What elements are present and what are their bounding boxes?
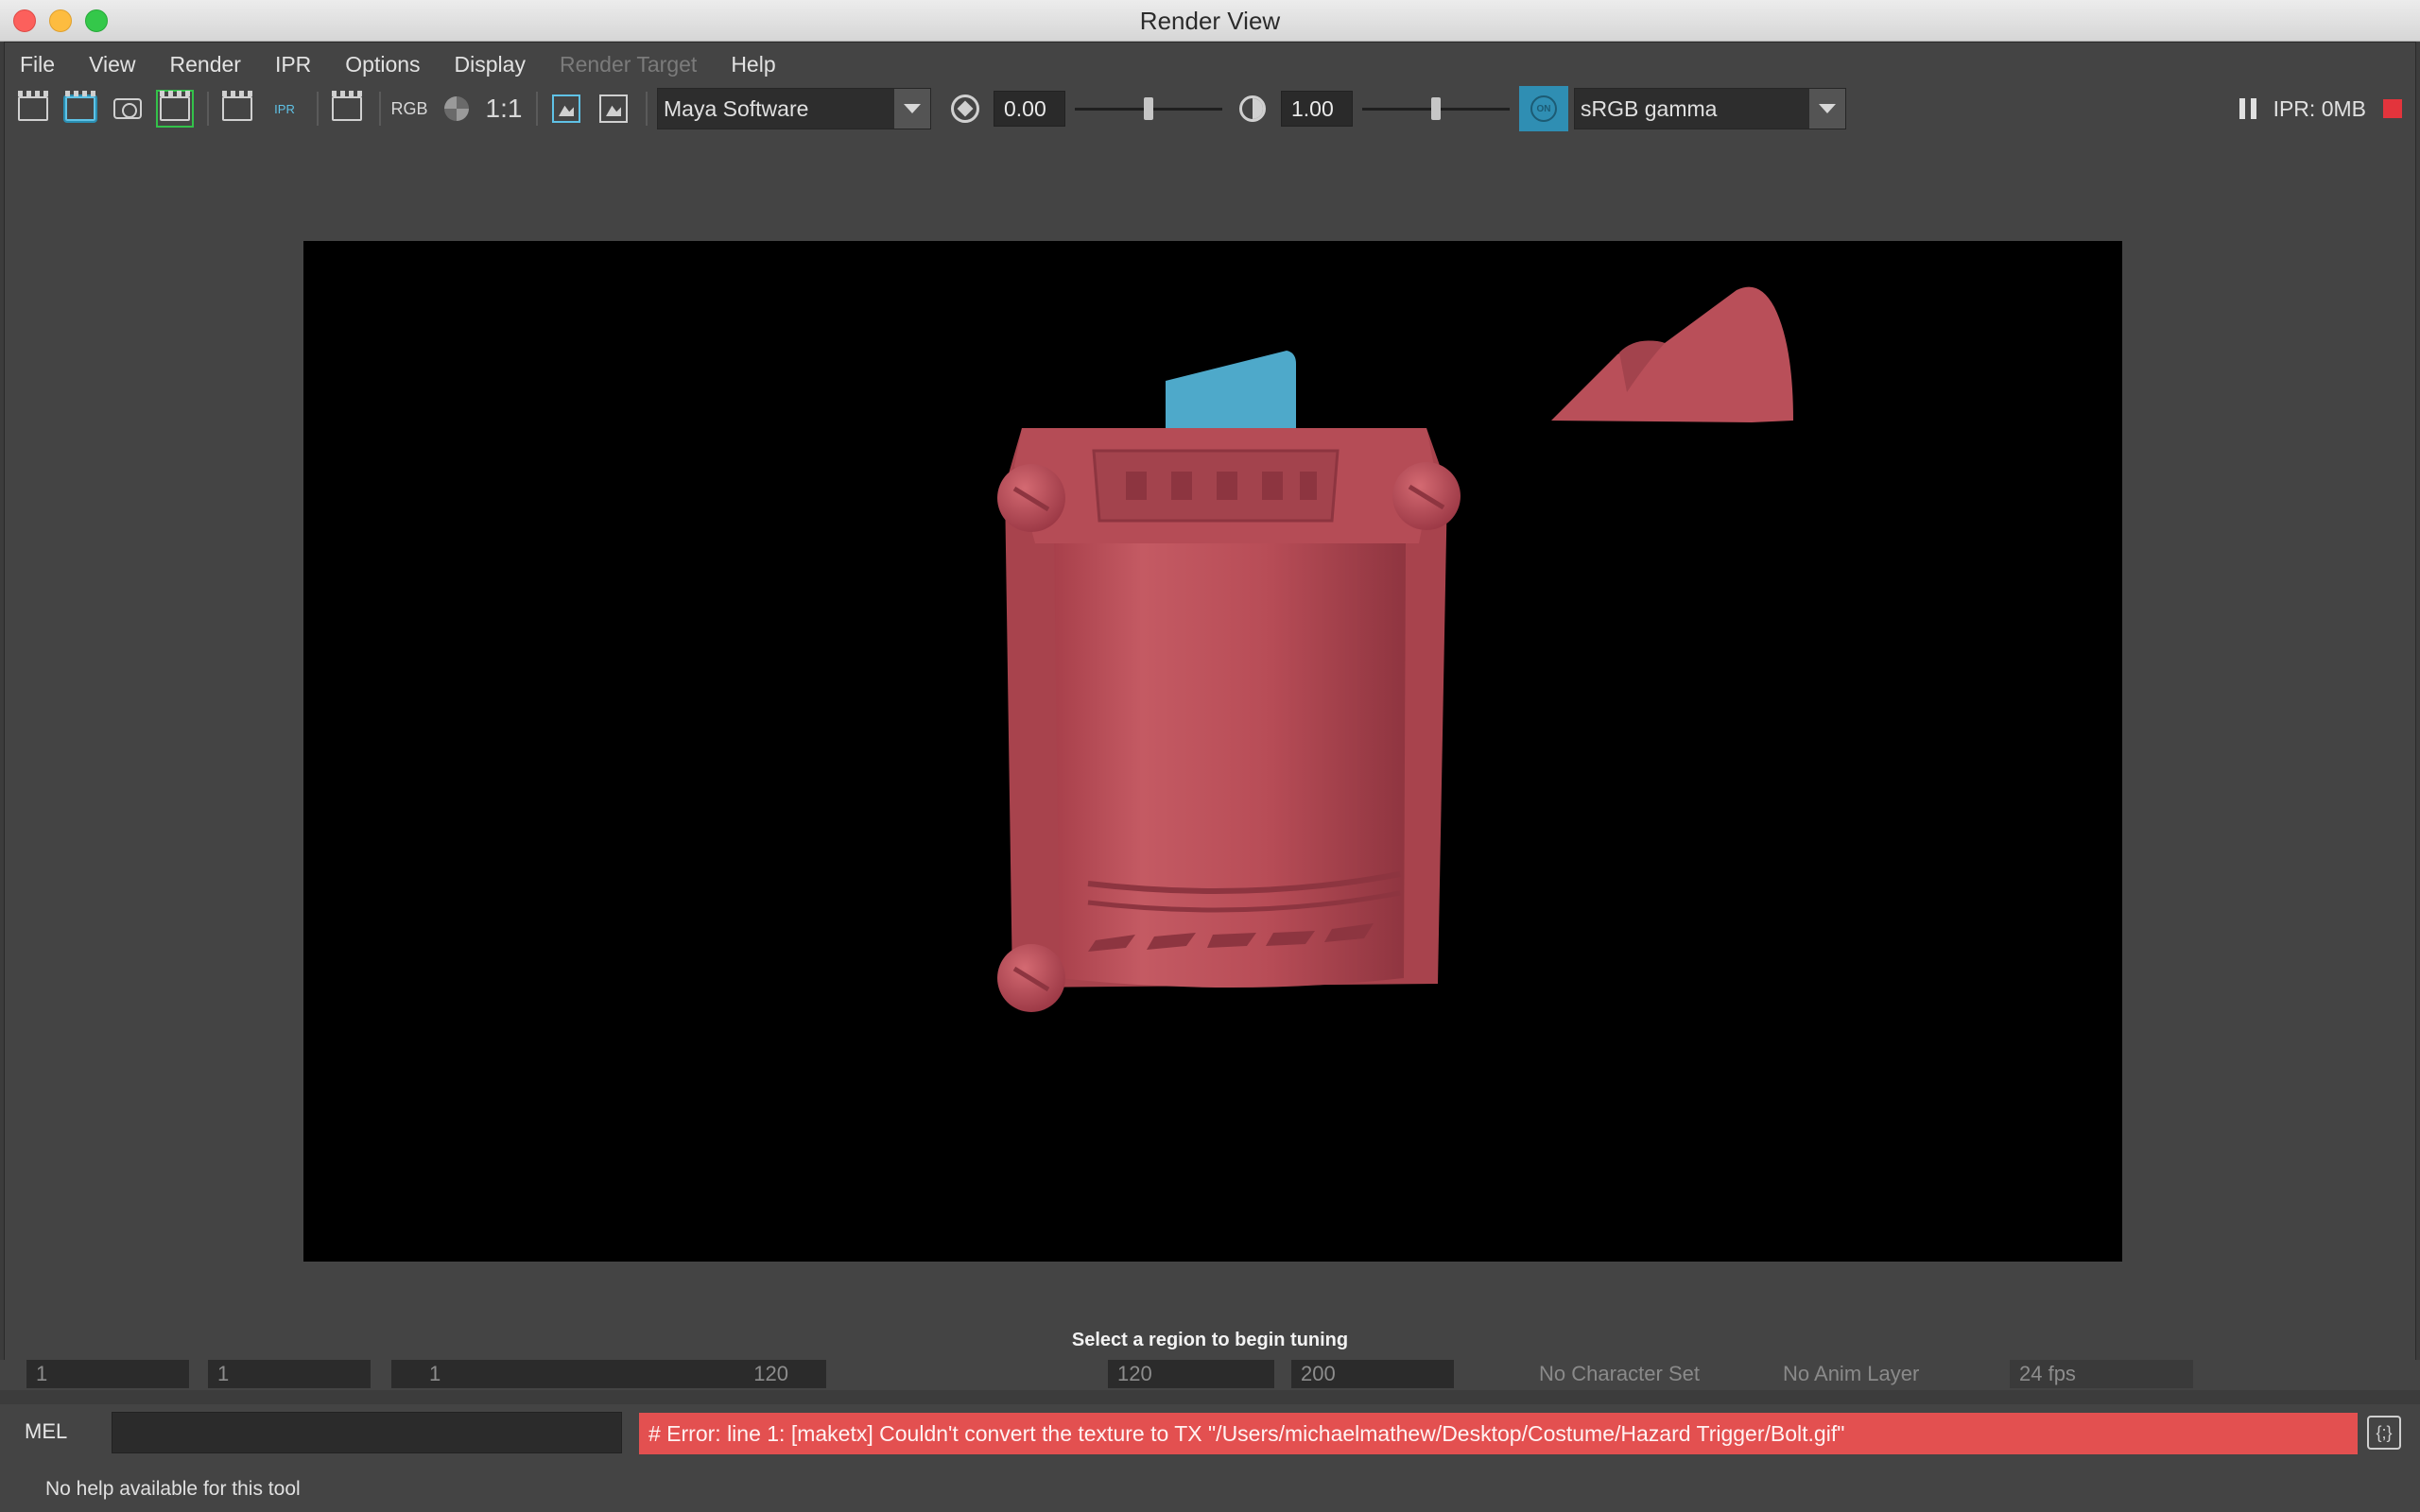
rendered-scene xyxy=(997,286,1793,1012)
menu-bar: File View Render IPR Options Display Ren… xyxy=(5,43,2415,86)
display-rgb-button[interactable]: RGB xyxy=(390,90,428,128)
pause-ipr-icon[interactable] xyxy=(2238,98,2256,119)
playback-end-field[interactable]: 120 xyxy=(1108,1360,1274,1388)
remove-image-button[interactable] xyxy=(595,90,632,128)
view-transform-value: sRGB gamma xyxy=(1581,95,1718,121)
real-size-button[interactable]: 1:1 xyxy=(485,90,523,128)
time-slider-row: 1 1 1 120 120 200 No Character Set No An… xyxy=(0,1360,2420,1390)
on-toggle-icon: ON xyxy=(1530,95,1557,122)
remove-image-icon xyxy=(599,94,628,123)
menu-render[interactable]: Render xyxy=(170,52,258,77)
gamma-icon xyxy=(1239,95,1266,122)
render-settings-button[interactable] xyxy=(328,90,366,128)
menu-help[interactable]: Help xyxy=(731,52,792,77)
render-settings-icon xyxy=(332,91,362,121)
clapperboard-icon xyxy=(18,91,48,121)
real-size-label: 1:1 xyxy=(485,94,523,123)
range-slider[interactable]: 1 120 xyxy=(391,1360,826,1388)
clapperboard-region-icon xyxy=(65,91,95,121)
menu-options[interactable]: Options xyxy=(345,52,437,77)
clapperboard-sequence-icon xyxy=(160,91,190,121)
character-set-menu[interactable]: No Character Set xyxy=(1539,1360,1700,1388)
toolbar-divider xyxy=(379,92,381,126)
renderer-value: Maya Software xyxy=(664,95,809,121)
menu-render-target: Render Target xyxy=(559,51,698,77)
menu-ipr[interactable]: IPR xyxy=(275,52,328,77)
exposure-field[interactable]: 0.00 xyxy=(994,91,1065,127)
rgb-channels-icon: RGB xyxy=(390,98,428,118)
keep-image-button[interactable] xyxy=(547,90,585,128)
toolbar-divider xyxy=(317,92,319,126)
toolbar: IPR RGB 1:1 Maya Software 0.00 1.00 ON s… xyxy=(5,86,2415,131)
refresh-ipr-icon: IPR xyxy=(274,101,295,116)
help-text: No help available for this tool xyxy=(45,1478,301,1500)
render-sequence-button[interactable] xyxy=(156,90,194,128)
gamma-slider[interactable] xyxy=(1362,90,1510,128)
ipr-clapperboard-icon xyxy=(222,91,252,121)
command-output: # Error: line 1: [maketx] Couldn't conve… xyxy=(639,1413,2358,1454)
title-bar: Render View xyxy=(0,0,2420,42)
command-input[interactable] xyxy=(112,1412,622,1453)
color-management-toggle[interactable]: ON xyxy=(1519,86,1568,131)
renderer-dropdown[interactable]: Maya Software xyxy=(657,88,931,129)
menu-display[interactable]: Display xyxy=(455,52,543,77)
ipr-memory-label: IPR: 0MB xyxy=(2273,95,2366,121)
stop-render-icon[interactable] xyxy=(2383,99,2402,118)
chevron-down-icon[interactable] xyxy=(894,89,930,129)
gamma-reset-button[interactable] xyxy=(1234,90,1271,128)
render-canvas-area[interactable]: Select a region to begin tuning xyxy=(5,131,2415,1360)
range-start-label: 1 xyxy=(429,1362,441,1385)
script-editor-icon[interactable]: {;} xyxy=(2367,1416,2401,1450)
exposure-reset-button[interactable] xyxy=(946,90,984,128)
chevron-down-icon[interactable] xyxy=(1809,89,1845,129)
render-region-button[interactable] xyxy=(61,90,99,128)
menu-view[interactable]: View xyxy=(89,52,152,77)
range-end-label: 120 xyxy=(753,1362,788,1385)
tuning-hint: Select a region to begin tuning xyxy=(1071,1330,1349,1350)
end-time-field[interactable]: 200 xyxy=(1291,1360,1454,1388)
toolbar-divider xyxy=(646,92,648,126)
display-alpha-button[interactable] xyxy=(438,90,475,128)
cylinder-body-shape xyxy=(1054,543,1406,988)
view-transform-dropdown[interactable]: sRGB gamma xyxy=(1574,88,1846,129)
floating-fragment-shape xyxy=(1551,286,1793,422)
script-language-toggle[interactable]: MEL xyxy=(25,1419,67,1444)
redo-render-button[interactable] xyxy=(14,90,52,128)
refresh-ipr-button[interactable]: IPR xyxy=(266,90,303,128)
window-title: Render View xyxy=(1139,7,1281,35)
rendered-image[interactable] xyxy=(303,241,2122,1262)
playback-start-field[interactable]: 1 xyxy=(208,1360,371,1388)
anim-layer-menu[interactable]: No Anim Layer xyxy=(1783,1360,1919,1388)
command-line: MEL # Error: line 1: [maketx] Couldn't c… xyxy=(0,1404,2420,1467)
toolbar-divider xyxy=(207,92,209,126)
help-line: No help available for this tool xyxy=(0,1467,2420,1512)
fps-dropdown[interactable]: 24 fps xyxy=(2010,1360,2193,1388)
menu-file[interactable]: File xyxy=(20,52,72,77)
exposure-slider-handle[interactable] xyxy=(1144,97,1153,120)
exposure-slider[interactable] xyxy=(1075,90,1222,128)
toolbar-divider xyxy=(536,92,538,126)
image-frame-icon xyxy=(552,94,580,123)
gamma-field[interactable]: 1.00 xyxy=(1281,91,1353,127)
gamma-slider-handle[interactable] xyxy=(1431,97,1441,120)
ipr-render-button[interactable] xyxy=(218,90,256,128)
camera-icon xyxy=(113,98,142,119)
snapshot-button[interactable] xyxy=(109,90,147,128)
blue-card-shape xyxy=(1166,351,1296,439)
render-view-window: File View Render IPR Options Display Ren… xyxy=(4,42,2416,1361)
aperture-icon xyxy=(951,94,979,123)
start-time-field[interactable]: 1 xyxy=(26,1360,189,1388)
alpha-channel-icon xyxy=(444,96,469,121)
